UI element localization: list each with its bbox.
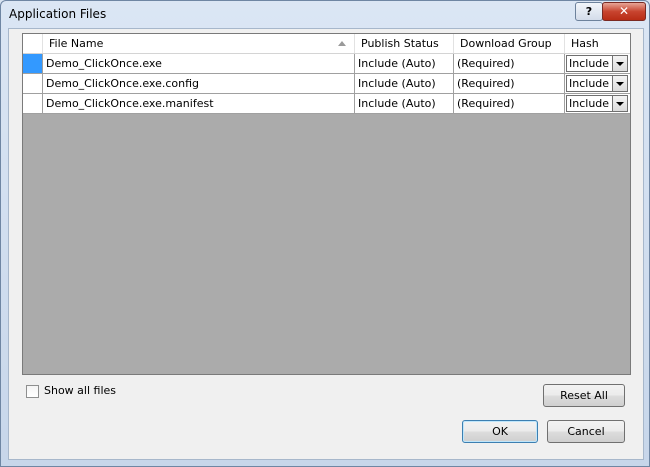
publish-status-cell[interactable]: Include (Auto) xyxy=(355,94,454,114)
application-files-grid[interactable]: File Name Publish Status Download Group … xyxy=(22,33,631,375)
column-header-file-name[interactable]: File Name xyxy=(43,34,355,53)
column-header-label: File Name xyxy=(49,37,104,50)
hash-dropdown[interactable]: Include xyxy=(566,95,628,112)
row-header[interactable] xyxy=(23,94,43,114)
reset-all-button[interactable]: Reset All xyxy=(543,384,625,407)
help-button[interactable]: ? xyxy=(575,2,603,21)
table-row[interactable]: Demo_ClickOnce.exe.config Include (Auto)… xyxy=(23,74,630,94)
show-all-files-label[interactable]: Show all files xyxy=(44,384,116,397)
close-icon: ✕ xyxy=(618,4,630,18)
title-bar[interactable]: Application Files ? ✕ xyxy=(1,1,649,29)
publish-status-cell[interactable]: Include (Auto) xyxy=(355,74,454,94)
row-header-corner xyxy=(23,34,43,53)
download-group-cell[interactable]: (Required) xyxy=(454,94,565,114)
chevron-down-icon[interactable] xyxy=(612,76,627,91)
column-header-publish-status[interactable]: Publish Status xyxy=(355,34,454,53)
column-header-hash[interactable]: Hash xyxy=(565,34,630,53)
chevron-down-icon[interactable] xyxy=(612,56,627,71)
hash-cell[interactable]: Include xyxy=(565,74,630,94)
table-row[interactable]: Demo_ClickOnce.exe Include (Auto) (Requi… xyxy=(23,54,630,74)
column-header-label: Download Group xyxy=(460,37,552,50)
dialog-body: File Name Publish Status Download Group … xyxy=(8,28,644,460)
show-all-files-checkbox[interactable] xyxy=(26,385,39,398)
grid-header: File Name Publish Status Download Group … xyxy=(23,34,630,54)
publish-status-cell[interactable]: Include (Auto) xyxy=(355,54,454,74)
ok-button[interactable]: OK xyxy=(462,420,538,443)
hash-dropdown-value: Include xyxy=(569,97,610,110)
help-icon: ? xyxy=(585,5,593,18)
table-row[interactable]: Demo_ClickOnce.exe.manifest Include (Aut… xyxy=(23,94,630,114)
window-title: Application Files xyxy=(9,7,107,21)
download-group-cell[interactable]: (Required) xyxy=(454,74,565,94)
file-name-cell[interactable]: Demo_ClickOnce.exe xyxy=(43,54,355,74)
application-files-dialog: Application Files ? ✕ File Name Publish … xyxy=(0,0,650,467)
column-header-download-group[interactable]: Download Group xyxy=(454,34,565,53)
hash-cell[interactable]: Include xyxy=(565,54,630,74)
chevron-down-icon[interactable] xyxy=(612,96,627,111)
row-header[interactable] xyxy=(23,54,43,74)
hash-dropdown[interactable]: Include xyxy=(566,75,628,92)
hash-dropdown-value: Include xyxy=(569,77,610,90)
hash-dropdown[interactable]: Include xyxy=(566,55,628,72)
cancel-button[interactable]: Cancel xyxy=(547,420,625,443)
column-header-label: Hash xyxy=(571,37,599,50)
hash-cell[interactable]: Include xyxy=(565,94,630,114)
file-name-cell[interactable]: Demo_ClickOnce.exe.manifest xyxy=(43,94,355,114)
close-button[interactable]: ✕ xyxy=(602,2,646,21)
download-group-cell[interactable]: (Required) xyxy=(454,54,565,74)
column-header-label: Publish Status xyxy=(361,37,439,50)
file-name-cell[interactable]: Demo_ClickOnce.exe.config xyxy=(43,74,355,94)
hash-dropdown-value: Include xyxy=(569,57,610,70)
row-header[interactable] xyxy=(23,74,43,94)
sort-ascending-icon xyxy=(338,41,346,46)
